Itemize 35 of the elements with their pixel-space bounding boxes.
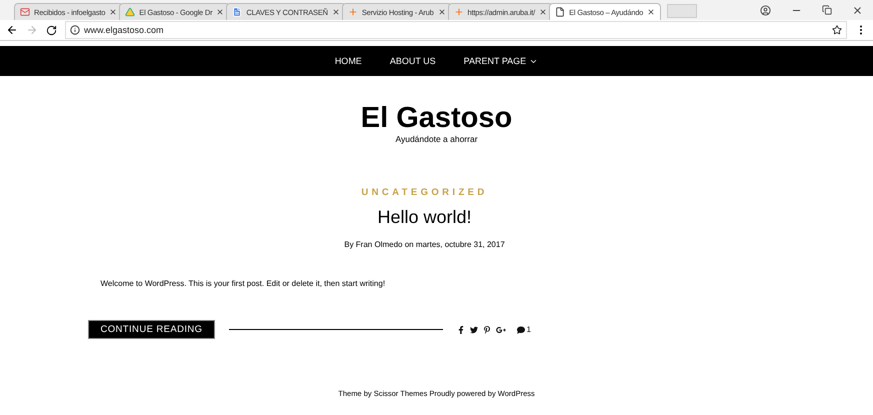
bookmark-star-icon[interactable] [832, 25, 842, 35]
back-icon[interactable] [6, 24, 18, 36]
pinterest-icon[interactable] [483, 326, 492, 334]
close-icon[interactable] [216, 8, 224, 16]
document-icon [232, 7, 242, 17]
nav-link[interactable]: ABOUT US [390, 56, 436, 66]
post-excerpt: Welcome to WordPress. This is your first post. Edit or delete it, then start writing! [100, 279, 386, 288]
page-icon [555, 7, 566, 17]
plus-icon [454, 7, 464, 17]
facebook-icon[interactable] [457, 326, 466, 334]
post-title[interactable]: Hello world! [377, 207, 472, 228]
close-icon[interactable] [109, 8, 118, 16]
google-plus-icon[interactable] [496, 324, 506, 334]
info-icon [70, 25, 80, 35]
restore-icon[interactable] [822, 5, 832, 15]
comment-icon[interactable] [517, 326, 526, 334]
site-title: El Gastoso [360, 102, 514, 134]
reload-icon[interactable] [46, 24, 57, 36]
triangle-icon [125, 7, 136, 17]
plus-icon [348, 7, 358, 17]
address-bar[interactable]: www.elgastoso.com [65, 21, 847, 39]
close-icon[interactable] [647, 8, 656, 16]
close-icon[interactable] [852, 4, 863, 16]
close-icon[interactable] [539, 8, 548, 16]
close-icon[interactable] [332, 8, 340, 16]
nav-link[interactable]: PARENT PAGE [464, 56, 538, 66]
post-byline: By Fran Olmedo on martes, octubre 31, 2017 [344, 240, 505, 249]
close-icon[interactable] [438, 8, 446, 16]
nav-link[interactable]: HOME [334, 56, 362, 66]
site-tagline: Ayudándote a ahorrar [394, 134, 479, 144]
continue-reading-button[interactable]: CONTINUE READING [88, 320, 216, 339]
mail-icon [20, 7, 30, 17]
profile-icon[interactable] [760, 4, 771, 16]
twitter-icon[interactable] [470, 326, 478, 334]
comment-count: 1 [526, 325, 531, 334]
